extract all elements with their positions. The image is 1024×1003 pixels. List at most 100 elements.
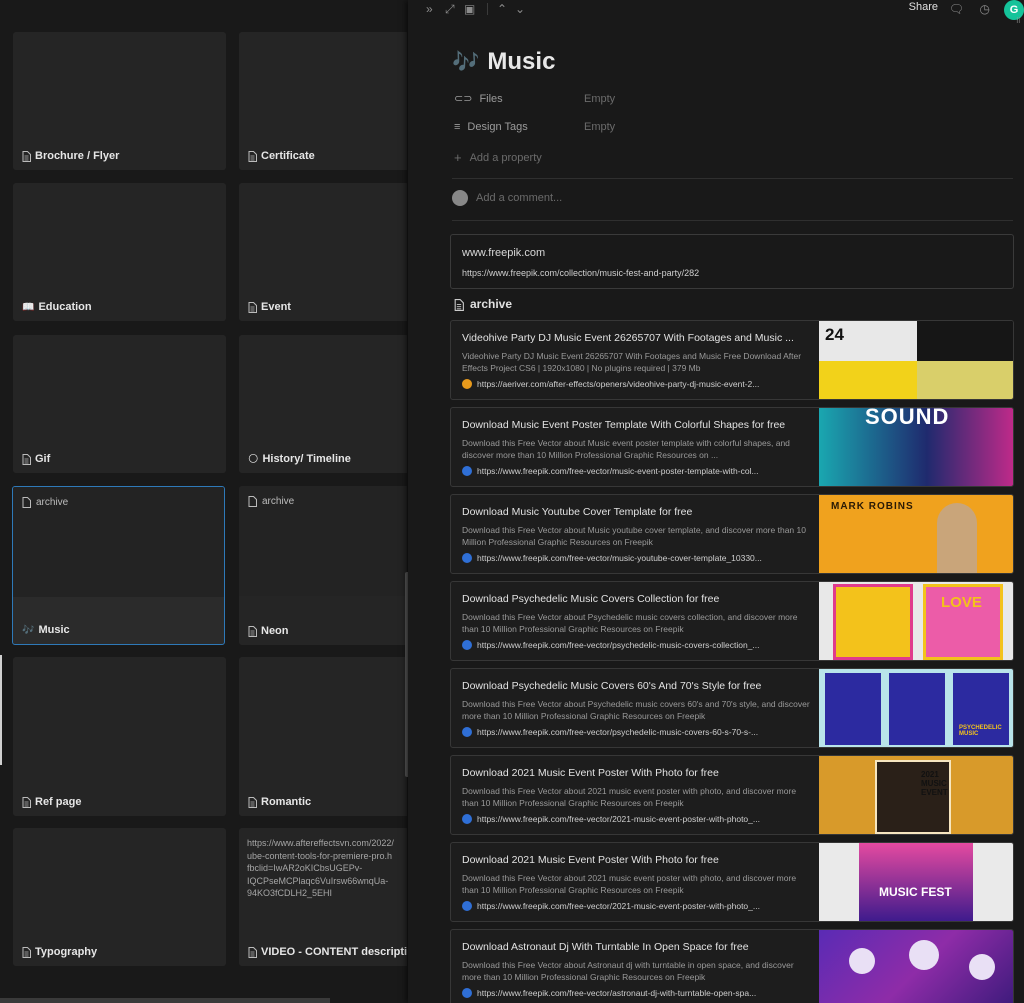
paperclip-icon: ⊂⊃ — [454, 93, 473, 105]
property-design-tags[interactable]: ≡ Design Tags Empty — [454, 121, 615, 133]
bookmark-description: Download this Free Vector about 2021 mus… — [462, 873, 797, 895]
doc-icon — [22, 453, 31, 465]
close-peek-icon[interactable]: » — [426, 2, 433, 16]
archive-label: archive — [470, 297, 513, 311]
bookmark-title: Videohive Party DJ Music Event 26265707 … — [462, 332, 794, 344]
bookmark-card[interactable]: Download Astronaut Dj With Turntable In … — [450, 929, 1014, 1003]
bookmark-url: https://www.freepik.com/free-vector/2021… — [477, 901, 760, 911]
bookmark-url: https://www.freepik.com/free-vector/musi… — [477, 553, 762, 563]
property-name: Files — [479, 92, 503, 105]
card-label: Gif — [35, 453, 51, 465]
favicon-icon — [462, 379, 472, 389]
bookmark-card[interactable]: Download Psychedelic Music Covers Collec… — [450, 581, 1014, 661]
chevron-down-icon[interactable]: ⌄ — [515, 2, 525, 16]
bookmark-card[interactable]: Download Psychedelic Music Covers 60's A… — [450, 668, 1014, 748]
list-icon: ≡ — [454, 121, 461, 133]
card-label: Music — [38, 624, 70, 636]
bookmark-description: Download this Free Vector about Music ev… — [462, 438, 790, 460]
bookmark-thumbnail — [819, 930, 1013, 1003]
gallery-card-romantic[interactable]: Romantic — [239, 657, 407, 816]
thumbnail-text: SOUND — [865, 408, 950, 429]
doc-icon — [248, 150, 257, 162]
bookmark-url: https://www.freepik.com/free-vector/psyc… — [477, 640, 760, 650]
gallery-view: Brochure / Flyer Certificate 📖 Education … — [0, 0, 407, 1003]
card-label: Romantic — [261, 796, 312, 808]
link-site: www.freepik.com — [462, 247, 546, 259]
page-title-text[interactable]: Music — [487, 48, 555, 76]
thumbnail-text: LOVE — [941, 594, 982, 611]
card-label: Neon — [261, 625, 289, 637]
page-title[interactable]: 🎶 Music — [452, 48, 555, 76]
property-value[interactable]: Empty — [584, 121, 615, 133]
card-label: VIDEO - CONTENT descriptio — [261, 946, 407, 958]
gallery-card-ref-page[interactable]: Ref page — [13, 657, 226, 816]
bookmark-card[interactable]: Download Music Event Poster Template Wit… — [450, 407, 1014, 487]
gallery-card-education[interactable]: 📖 Education — [13, 183, 226, 321]
gallery-card-neon[interactable]: archive Neon — [239, 486, 407, 645]
doc-icon — [248, 796, 257, 808]
bookmark-description: Download this Free Vector about Psychede… — [462, 699, 810, 721]
divider — [452, 220, 1013, 221]
bookmark-thumbnail: PSYCHEDELIC MUSIC — [819, 669, 1013, 747]
bookmark-card[interactable]: Download 2021 Music Event Poster With Ph… — [450, 842, 1014, 922]
gallery-card-history[interactable]: 🌕 History/ Timeline — [239, 335, 407, 473]
bookmark-title: Download Music Youtube Cover Template fo… — [462, 506, 693, 518]
link-url[interactable]: https://www.freepik.com/collection/music… — [462, 268, 699, 278]
favicon-icon — [462, 466, 472, 476]
doc-icon — [22, 946, 31, 958]
archive-page-link[interactable]: archive — [454, 297, 512, 311]
bookmark-thumbnail: SOUND — [819, 408, 1013, 486]
bookmark-thumbnail: MUSIC FEST — [819, 843, 1013, 921]
clock-icon[interactable]: ◷ — [980, 2, 990, 16]
comment-icon[interactable]: 🗨 — [949, 2, 964, 16]
peek-toolbar: » ⤢ ▣ ⌃ ⌄ Share 🗨 ◷ G ⠿ — [408, 0, 1024, 25]
gallery-card-certificate[interactable]: Certificate — [239, 32, 407, 170]
bookmark-description: Download this Free Vector about Astronau… — [462, 960, 794, 982]
link-block[interactable]: www.freepik.com https://www.freepik.com/… — [450, 234, 1014, 289]
grammarly-status-icon: ⠿ — [1015, 18, 1021, 25]
doc-icon — [22, 497, 31, 508]
doc-icon — [248, 301, 257, 313]
bookmark-thumbnail: 2021 MUSIC EVENT — [819, 756, 1013, 834]
bookmark-thumbnail: LOVE — [819, 582, 1013, 660]
doc-icon — [22, 796, 31, 808]
side-panel-icon[interactable]: ▣ — [464, 2, 475, 16]
bookmark-url: https://aeriver.com/after-effects/opener… — [477, 379, 760, 389]
music-icon: 🎶 — [22, 624, 35, 636]
card-label: Event — [261, 301, 291, 313]
thumbnail-text: 2021 MUSIC EVENT — [921, 770, 948, 797]
add-property-button[interactable]: + Add a property — [454, 150, 542, 165]
property-value[interactable]: Empty — [584, 93, 615, 105]
doc-icon — [454, 298, 464, 311]
thumbnail-text: MARK ROBINS — [831, 501, 914, 512]
card-label: History/ Timeline — [262, 453, 351, 465]
bookmark-card[interactable]: Download 2021 Music Event Poster With Ph… — [450, 755, 1014, 835]
bookmark-card[interactable]: Download Music Youtube Cover Template fo… — [450, 494, 1014, 574]
gallery-card-music[interactable]: archive 🎶 Music — [12, 486, 225, 645]
share-button[interactable]: Share — [909, 1, 938, 13]
comment-input[interactable]: Add a comment... — [452, 190, 562, 206]
divider — [452, 178, 1013, 179]
music-icon[interactable]: 🎶 — [452, 49, 479, 75]
gallery-card-brochure[interactable]: Brochure / Flyer — [13, 32, 226, 170]
card-label: Brochure / Flyer — [35, 150, 120, 162]
favicon-icon — [462, 640, 472, 650]
property-name: Design Tags — [467, 121, 528, 133]
favicon-icon — [462, 988, 472, 998]
card-label: Typography — [35, 946, 98, 958]
bookmark-title: Download Music Event Poster Template Wit… — [462, 419, 786, 431]
expand-icon[interactable]: ⤢ — [445, 2, 455, 17]
gallery-card-typography[interactable]: Typography — [13, 828, 226, 966]
gallery-card-event[interactable]: Event — [239, 183, 407, 321]
horizontal-scrollbar[interactable] — [0, 998, 330, 1003]
bookmark-description: Download this Free Vector about Psychede… — [462, 612, 798, 634]
book-icon: 📖 — [22, 301, 35, 313]
property-files[interactable]: ⊂⊃ Files Empty — [454, 92, 615, 106]
bookmark-url: https://www.freepik.com/free-vector/astr… — [477, 988, 757, 998]
card-label: Education — [38, 301, 92, 313]
gallery-card-video-content[interactable]: https://www.aftereffectsvn.com/2022/ ube… — [239, 828, 407, 966]
chevron-up-icon[interactable]: ⌃ — [497, 2, 507, 16]
gallery-card-gif[interactable]: Gif — [13, 335, 226, 473]
bookmark-card[interactable]: Videohive Party DJ Music Event 26265707 … — [450, 320, 1014, 400]
grammarly-icon[interactable]: G — [1004, 0, 1024, 20]
